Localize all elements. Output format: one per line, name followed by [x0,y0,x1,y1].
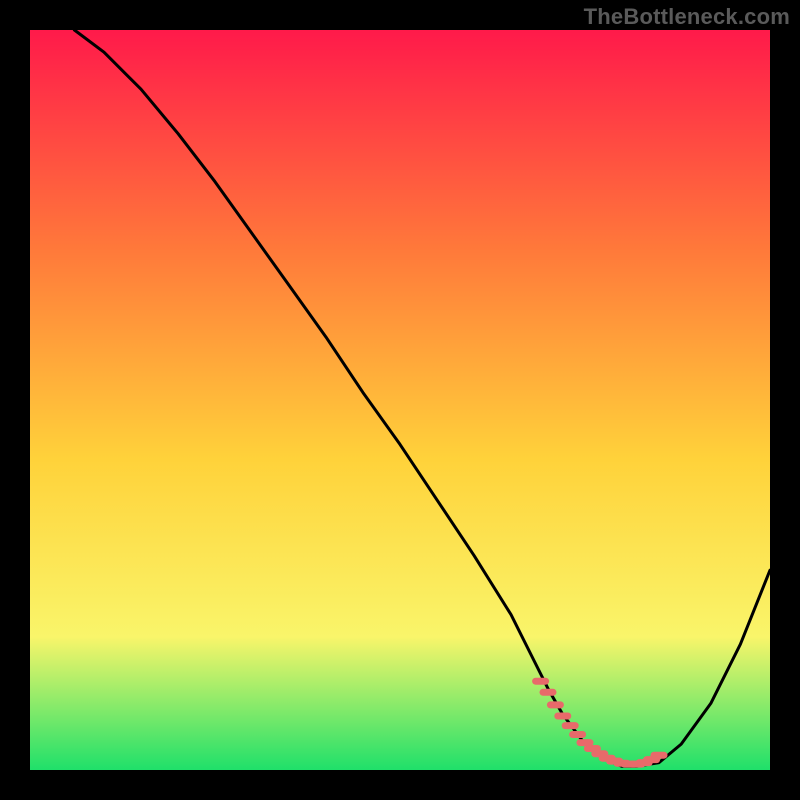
plot-gradient-bg [30,30,770,770]
watermark-text: TheBottleneck.com [584,4,790,30]
bottleneck-chart [0,0,800,800]
